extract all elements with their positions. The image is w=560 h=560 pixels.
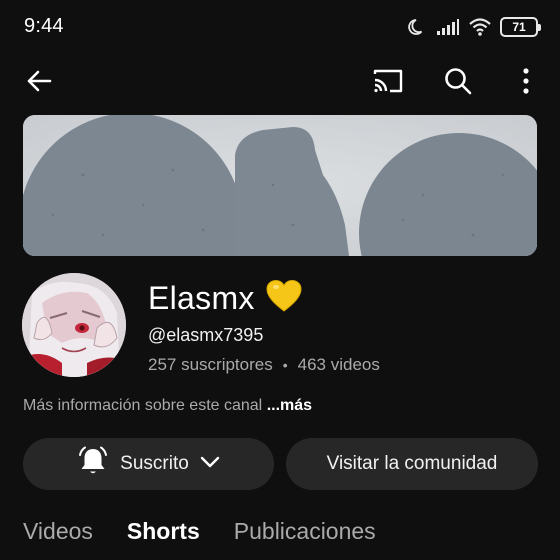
stats-separator: • [282,357,288,373]
video-count: 463 videos [297,355,380,374]
channel-avatar[interactable] [22,273,126,377]
cast-icon [373,69,403,93]
search-button[interactable] [436,59,480,103]
battery-level: 71 [512,20,526,34]
channel-more-info[interactable]: Más información sobre este canal ...más [23,397,312,415]
channel-handle: @elasmx7395 [148,325,264,345]
bell-icon [76,445,110,484]
back-arrow-icon [27,70,52,92]
signal-icon [436,18,460,36]
channel-name: Elasmx [148,279,255,316]
wifi-icon [468,17,492,37]
moon-icon [408,17,428,37]
yellow-heart-icon [265,279,303,318]
battery-icon: 71 [500,17,541,37]
search-icon [445,68,472,95]
subscribed-button[interactable]: Suscrito [23,438,274,490]
app-bar [0,52,560,112]
more-options-button[interactable] [504,59,548,103]
channel-tabs: Videos Shorts Publicaciones [23,518,376,545]
visit-community-label: Visitar la comunidad [326,453,498,474]
cast-button[interactable] [366,59,410,103]
channel-stats: 257 suscriptores • 463 videos [148,355,380,375]
subscriber-count: 257 suscriptores [148,355,273,374]
more-info-link[interactable]: ...más [267,397,312,414]
subscribed-label: Suscrito [120,453,189,474]
visit-community-button[interactable]: Visitar la comunidad [286,438,538,490]
tab-videos[interactable]: Videos [23,518,93,545]
tab-shorts[interactable]: Shorts [127,518,200,545]
youtube-channel-screen: 9:44 71 Elasmx @elasmx7395 257 suscripto… [0,0,560,560]
more-info-text: Más información sobre este canal [23,397,263,414]
status-bar: 9:44 71 [0,0,560,52]
status-icons: 71 [408,14,541,40]
back-button[interactable] [17,59,61,103]
tab-publicaciones[interactable]: Publicaciones [234,518,376,545]
more-vert-icon [523,68,529,94]
chevron-down-icon [199,451,221,478]
status-time: 9:44 [24,15,64,37]
channel-banner [23,115,537,256]
channel-name-row: Elasmx [148,278,303,318]
